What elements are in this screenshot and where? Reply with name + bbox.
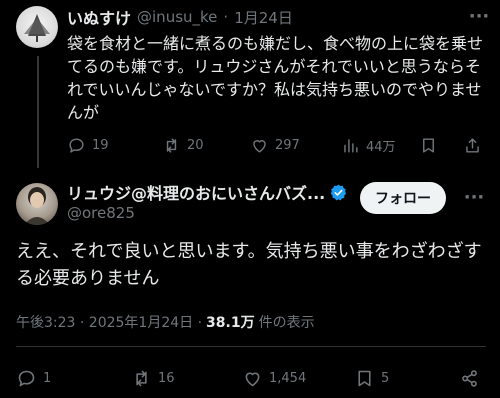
bookmark-icon xyxy=(358,370,371,386)
reply-button[interactable]: 1 xyxy=(16,366,51,390)
like-button[interactable]: 1,454 xyxy=(242,366,306,390)
thread-line xyxy=(37,56,39,168)
bookmark-icon xyxy=(423,137,434,153)
repost-count: 20 xyxy=(187,137,204,153)
action-bar: 1 16 1,454 5 xyxy=(16,366,486,392)
views-count: 44万 xyxy=(366,139,396,155)
analytics-icon xyxy=(344,138,358,153)
reply-icon xyxy=(69,137,84,153)
separator: · xyxy=(223,8,229,26)
reply-button[interactable]: 19 xyxy=(67,133,109,157)
views-button[interactable]: 44万 xyxy=(341,133,396,157)
timestamp[interactable]: 午後3:23 · 2025年1月24日 · xyxy=(16,312,202,332)
reply-count: 19 xyxy=(92,137,109,153)
share-icon xyxy=(466,137,479,153)
tweet-text: ええ、それで良いと思います。気持ち悪い事をわざわざする必要ありません xyxy=(16,241,482,289)
verified-badge-icon xyxy=(331,184,347,200)
views-count[interactable]: 38.1万 xyxy=(206,312,255,332)
bookmark-count: 5 xyxy=(381,370,390,386)
like-button[interactable]: 297 xyxy=(250,133,300,157)
tweet-header: いぬすけ @inusu_ke · 1月24日 xyxy=(67,6,293,28)
reply-icon xyxy=(18,370,35,386)
divider xyxy=(16,346,486,347)
share-icon xyxy=(462,369,477,387)
author-handle[interactable]: @inusu_ke xyxy=(137,8,217,26)
more-icon[interactable]: ··· xyxy=(462,186,486,210)
tree-icon xyxy=(24,14,50,42)
tweet-date[interactable]: 1月24日 xyxy=(234,7,293,28)
bookmark-button[interactable]: 5 xyxy=(354,366,389,390)
views-label: 件の表示 xyxy=(258,315,315,331)
action-bar: 19 20 297 44万 xyxy=(67,133,487,157)
repost-button[interactable]: 20 xyxy=(162,133,204,157)
avatar[interactable] xyxy=(16,6,58,48)
follow-button[interactable]: フォロー xyxy=(360,182,446,214)
author-handle[interactable]: @ore825 xyxy=(67,204,135,222)
avatar[interactable] xyxy=(16,183,58,225)
person-icon xyxy=(24,187,50,225)
repost-count: 16 xyxy=(158,370,175,386)
bookmark-button[interactable] xyxy=(419,133,444,157)
tweet-meta: 午後3:23 · 2025年1月24日 · 38.1万 件の表示 xyxy=(16,312,315,332)
heart-icon xyxy=(253,139,266,153)
heart-icon xyxy=(245,372,260,386)
share-button[interactable] xyxy=(459,366,486,390)
author-name[interactable]: リュウジ@料理のおにいさんバズ... xyxy=(67,180,325,204)
tweet-text: 袋を食材と一緒に煮るのも嫌だし、食べ物の上に袋を乗せてるのも嫌です。リュウジさん… xyxy=(67,34,484,122)
author-name-row[interactable]: リュウジ@料理のおにいさんバズ... xyxy=(67,180,348,204)
like-count: 297 xyxy=(275,137,300,153)
repost-icon xyxy=(136,370,147,386)
like-count: 1,454 xyxy=(269,370,307,386)
reply-tweet[interactable]: いぬすけ @inusu_ke · 1月24日 ··· 袋を食材と一緒に煮るのも嫌… xyxy=(0,0,500,170)
repost-button[interactable]: 16 xyxy=(131,366,175,390)
more-icon[interactable]: ··· xyxy=(468,6,490,28)
share-button[interactable] xyxy=(463,133,488,157)
author-name[interactable]: いぬすけ xyxy=(67,5,131,29)
reply-count: 1 xyxy=(43,370,52,386)
repost-icon xyxy=(166,137,177,153)
